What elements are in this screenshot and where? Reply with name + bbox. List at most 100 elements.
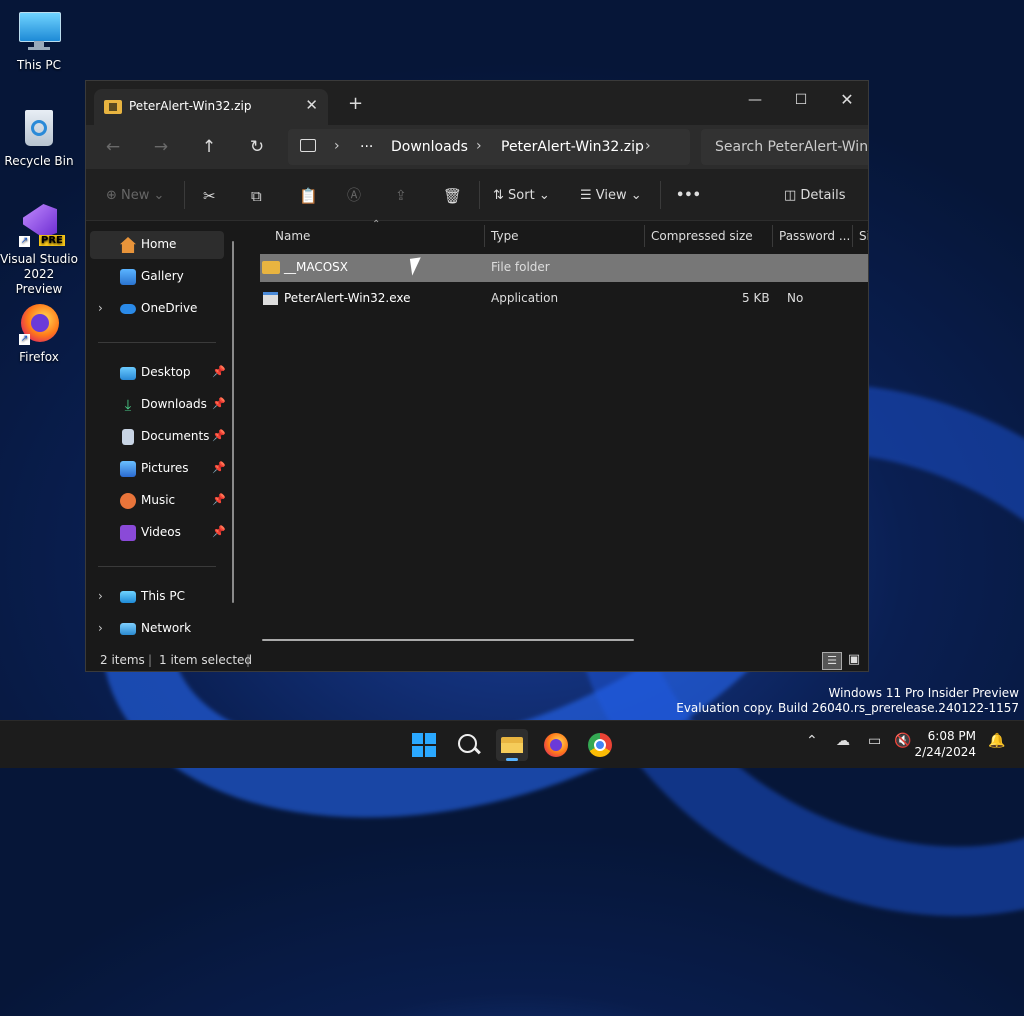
- chevron-right-icon[interactable]: ›: [334, 138, 340, 154]
- delete-icon[interactable]: 🗑: [443, 186, 462, 206]
- pin-icon[interactable]: 📌: [212, 365, 226, 378]
- rename-icon[interactable]: Ⓐ: [347, 186, 361, 206]
- horizontal-scrollbar[interactable]: [262, 639, 634, 641]
- desktop-icon-visual-studio[interactable]: PRE ↗ Visual Studio 2022 Preview: [0, 204, 79, 297]
- sidebar-label: Pictures: [141, 461, 189, 475]
- chevron-right-icon[interactable]: ›: [645, 138, 651, 154]
- chrome-icon[interactable]: [584, 729, 616, 761]
- share-icon[interactable]: ⇪: [395, 186, 407, 206]
- desktop-icon-label: Firefox: [19, 350, 59, 364]
- file-explorer-icon[interactable]: [496, 729, 528, 761]
- sidebar-item-home[interactable]: Home: [90, 231, 224, 259]
- column-divider[interactable]: [644, 225, 645, 247]
- sidebar-item-network[interactable]: › Network: [90, 615, 224, 643]
- pin-icon[interactable]: 📌: [212, 429, 226, 442]
- desktop-icon-label: This PC: [17, 58, 61, 72]
- monitor-icon: [17, 10, 61, 54]
- desktop-icon-this-pc[interactable]: This PC: [0, 10, 79, 73]
- column-divider[interactable]: [852, 225, 853, 247]
- notification-bell-icon[interactable]: 🔔: [988, 733, 1005, 749]
- breadcrumb-downloads[interactable]: Downloads: [391, 139, 468, 155]
- pin-icon[interactable]: 📌: [212, 493, 226, 506]
- chevron-right-icon[interactable]: ›: [98, 301, 103, 315]
- sort-button[interactable]: ⇅ Sort ⌄: [493, 186, 550, 206]
- network-icon[interactable]: ▭: [868, 733, 881, 749]
- sidebar-item-videos[interactable]: Videos 📌: [90, 519, 226, 547]
- sidebar-item-music[interactable]: Music 📌: [90, 487, 226, 515]
- tiles-view-icon[interactable]: ▣: [846, 652, 862, 668]
- column-header-size[interactable]: Si: [859, 221, 868, 251]
- sidebar-item-gallery[interactable]: Gallery: [90, 263, 224, 291]
- close-window-button[interactable]: ✕: [824, 85, 868, 115]
- sidebar-item-documents[interactable]: Documents 📌: [90, 423, 226, 451]
- sidebar-item-downloads[interactable]: ⤓ Downloads 📌: [90, 391, 226, 419]
- firefox-icon[interactable]: [540, 729, 572, 761]
- desktop-icon-recycle-bin[interactable]: Recycle Bin: [0, 106, 79, 169]
- refresh-button[interactable]: ↻: [244, 135, 270, 159]
- sidebar-item-desktop[interactable]: Desktop 📌: [90, 359, 226, 387]
- search-input[interactable]: Search PeterAlert-Win32.zip: [701, 129, 868, 165]
- file-row-peteralert-exe[interactable]: PeterAlert-Win32.exe Application 5 KB No: [260, 285, 868, 313]
- sidebar-item-this-pc[interactable]: › This PC: [90, 583, 224, 611]
- forward-button[interactable]: →: [148, 135, 174, 159]
- recycle-bin-icon: [17, 106, 61, 150]
- chevron-right-icon[interactable]: ›: [476, 138, 482, 154]
- search-icon[interactable]: [452, 729, 484, 761]
- column-header-compressed-size[interactable]: Compressed size: [651, 221, 753, 251]
- column-header-password[interactable]: Password ...: [779, 221, 850, 251]
- start-icon[interactable]: [408, 729, 440, 761]
- sidebar-item-onedrive[interactable]: › OneDrive: [90, 295, 224, 323]
- file-type: Application: [491, 291, 559, 305]
- details-button[interactable]: ◫ Details: [784, 186, 846, 206]
- address-bar[interactable]: › ··· Downloads › PeterAlert-Win32.zip ›: [288, 129, 690, 165]
- chevron-right-icon[interactable]: ›: [98, 589, 103, 603]
- more-options-button[interactable]: •••: [676, 186, 701, 206]
- volume-muted-icon[interactable]: 🔇: [894, 733, 911, 749]
- close-tab-icon[interactable]: ✕: [305, 96, 318, 114]
- selected-count: 1 item selected: [159, 653, 253, 667]
- sidebar-label: Desktop: [141, 365, 191, 379]
- file-compressed-size: 5 KB: [742, 291, 770, 305]
- clock[interactable]: 6:08 PM 2/24/2024: [914, 728, 976, 760]
- shortcut-arrow-icon: ↗: [19, 236, 30, 247]
- column-header-type[interactable]: Type: [491, 221, 519, 251]
- sidebar-item-pictures[interactable]: Pictures 📌: [90, 455, 226, 483]
- cloud-icon: [120, 304, 136, 314]
- minimize-button[interactable]: —: [732, 85, 778, 115]
- sidebar-scrollbar[interactable]: [232, 241, 234, 603]
- pictures-icon: [120, 461, 136, 477]
- pin-icon[interactable]: 📌: [212, 461, 226, 474]
- document-icon: [122, 429, 134, 445]
- desktop-icon-label: Recycle Bin: [4, 154, 74, 168]
- status-bar: 2 items | 1 item selected | ☰ ▣: [86, 652, 868, 671]
- column-divider[interactable]: [772, 225, 773, 247]
- column-header-name[interactable]: Name: [275, 221, 310, 251]
- network-icon: [120, 623, 136, 635]
- tab-peteralert-zip[interactable]: PeterAlert-Win32.zip ✕: [94, 89, 328, 125]
- back-button[interactable]: ←: [100, 135, 126, 159]
- maximize-button[interactable]: ☐: [778, 85, 824, 115]
- chevron-right-icon[interactable]: ›: [98, 621, 103, 635]
- cloud-offline-icon[interactable]: ☁: [836, 733, 850, 749]
- breadcrumb-zip[interactable]: PeterAlert-Win32.zip: [501, 139, 644, 155]
- up-button[interactable]: ↑: [196, 135, 222, 159]
- view-button[interactable]: ☰ View ⌄: [580, 186, 642, 206]
- pin-icon[interactable]: 📌: [212, 525, 226, 538]
- desktop-icon-label-line1: Visual Studio: [0, 252, 78, 266]
- new-tab-button[interactable]: +: [348, 93, 363, 114]
- pin-icon[interactable]: 📌: [212, 397, 226, 410]
- file-row-macosx[interactable]: __MACOSX File folder: [260, 254, 868, 282]
- chevron-up-icon[interactable]: ⌃: [806, 733, 818, 749]
- navigation-pane: Home Gallery › OneDrive Desktop 📌 ⤓ Down…: [86, 221, 244, 653]
- paste-icon[interactable]: 📋: [299, 186, 318, 206]
- column-divider[interactable]: [484, 225, 485, 247]
- zip-folder-icon: [104, 100, 122, 114]
- download-icon: ⤓: [124, 396, 132, 414]
- more-locations-icon[interactable]: ···: [360, 139, 373, 155]
- cut-icon[interactable]: ✂: [203, 186, 216, 206]
- desktop-icon-firefox[interactable]: ↗ Firefox: [0, 302, 79, 365]
- copy-icon[interactable]: ⧉: [251, 186, 262, 206]
- new-button[interactable]: ⊕ New ⌄: [106, 186, 164, 206]
- details-view-icon[interactable]: ☰: [822, 652, 842, 670]
- sidebar-label: Downloads: [141, 397, 207, 411]
